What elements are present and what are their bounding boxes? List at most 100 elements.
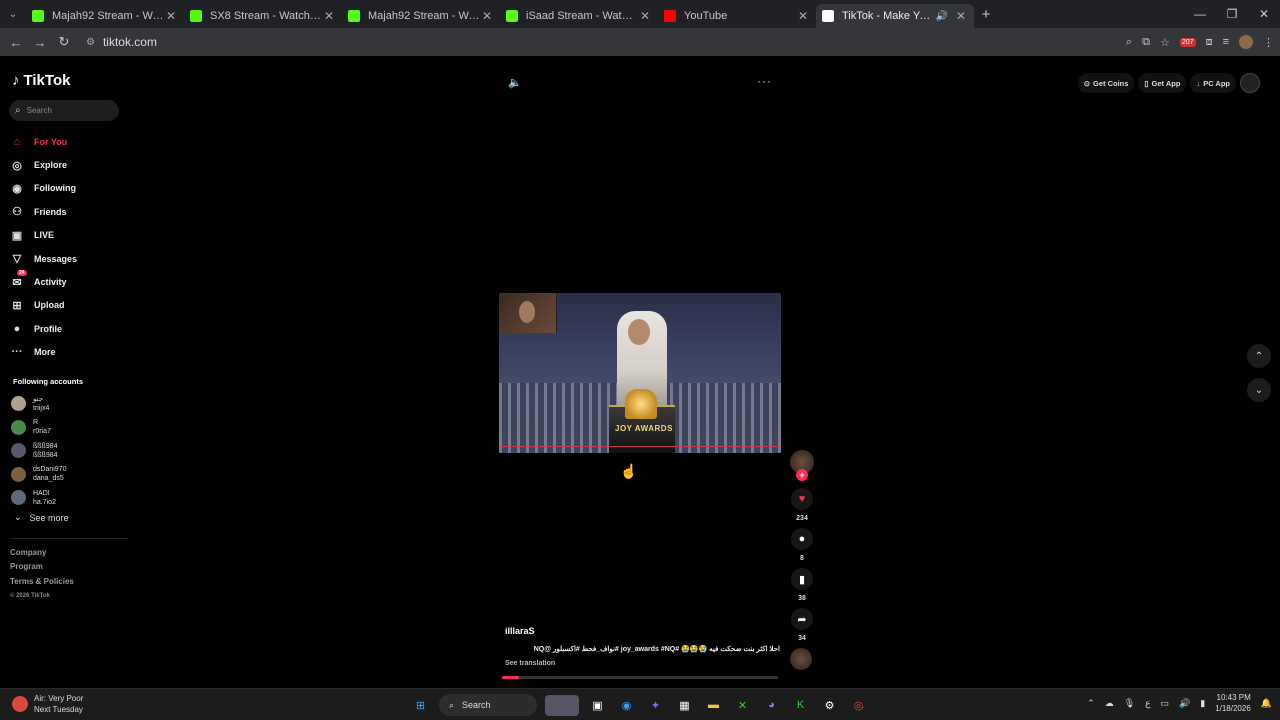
nav-item-friends[interactable]: ⚇ Friends	[10, 200, 125, 223]
onedrive-icon[interactable]: ☁	[1105, 698, 1114, 709]
save-action[interactable]: ▮ 38	[790, 568, 814, 602]
close-tab-icon[interactable]: ✕	[796, 9, 810, 23]
like-button[interactable]: ♥	[791, 488, 813, 510]
nav-item-messages[interactable]: ▽ Messages	[10, 247, 125, 270]
battery-icon[interactable]: ▮	[1200, 698, 1205, 709]
following-account-item[interactable]: dsDani970 dana_ds5	[11, 463, 66, 487]
windows-start-icon[interactable]: ⊞	[410, 695, 431, 716]
comment-button[interactable]: ●	[791, 528, 813, 550]
see-more-button[interactable]: ⌄ See more	[14, 512, 69, 523]
close-window-button[interactable]: ✕	[1248, 7, 1280, 21]
browser-menu-icon[interactable]: ⋮	[1263, 36, 1274, 49]
media-controls-icon[interactable]: ≡	[1223, 36, 1229, 48]
more-options-icon[interactable]: ···	[757, 74, 772, 88]
close-tab-icon[interactable]: ✕	[164, 9, 178, 23]
forward-button[interactable]: →	[28, 35, 52, 50]
footer-company[interactable]: Company	[10, 546, 74, 560]
search-input[interactable]: ⌕ Search	[9, 100, 119, 121]
video-player[interactable]: JOY AWARDS	[499, 293, 781, 453]
share-action[interactable]: ➦ 34	[790, 608, 814, 642]
minimize-button[interactable]: —	[1184, 7, 1216, 21]
close-tab-icon[interactable]: ✕	[638, 9, 652, 23]
close-tab-icon[interactable]: ✕	[480, 9, 494, 23]
tab-search-button[interactable]: ⌄	[0, 0, 26, 28]
get-app-button[interactable]: ▯ Get App	[1138, 73, 1187, 93]
restore-button[interactable]: ❐	[1216, 7, 1248, 21]
file-explorer-icon[interactable]: ▬	[703, 695, 724, 716]
creator-avatar[interactable]: +	[790, 450, 814, 481]
previous-video-button[interactable]: ⌃	[1247, 344, 1271, 368]
get-coins-button[interactable]: ⊙ Get Coins	[1077, 73, 1135, 93]
nav-item-live[interactable]: ▣ LIVE	[10, 224, 125, 247]
user-avatar[interactable]	[1240, 73, 1260, 93]
network-icon[interactable]: ▭	[1161, 698, 1170, 709]
nav-item-explore[interactable]: ◎ Explore	[10, 153, 125, 176]
close-tab-icon[interactable]: ✕	[322, 9, 336, 23]
browser-tab[interactable]: SX8 Stream - Watch Live on Ki✕	[184, 4, 342, 28]
see-translation-link[interactable]: See translation	[505, 660, 780, 667]
discord-icon[interactable]: ◕	[761, 695, 782, 716]
store-icon[interactable]: ▦	[674, 695, 695, 716]
close-tab-icon[interactable]: ✕	[954, 9, 968, 23]
bookmark-star-icon[interactable]: ☆	[1160, 36, 1170, 49]
footer-terms[interactable]: Terms & Policies	[10, 575, 74, 589]
nav-item-activity[interactable]: ✉ 24 Activity	[10, 270, 125, 293]
save-button[interactable]: ▮	[791, 568, 813, 590]
volume-icon[interactable]: 🔈	[508, 76, 522, 89]
music-disc-icon[interactable]	[790, 648, 812, 670]
tray-chevron-icon[interactable]: ⌃	[1087, 698, 1095, 709]
task-view-icon[interactable]: ▣	[587, 695, 608, 716]
tiktok-logo[interactable]: ♪ TikTok	[12, 72, 70, 89]
speaker-icon[interactable]: 🔊	[1179, 698, 1190, 709]
profile-avatar[interactable]	[1239, 35, 1253, 49]
see-more-label: See more	[29, 512, 69, 523]
notifications-icon[interactable]: 🔔	[1261, 698, 1272, 709]
nav-item-following[interactable]: ◉ Following	[10, 177, 125, 200]
weather-widget[interactable]: Air: Very Poor Next Tuesday	[12, 693, 83, 715]
copilot-icon[interactable]: ✦	[645, 695, 666, 716]
clock[interactable]: 10:43 PM 1/18/2026	[1215, 692, 1251, 714]
pc-app-button[interactable]: ↓ PC App	[1190, 73, 1236, 93]
author-name[interactable]: illlaraS	[505, 626, 780, 636]
edge-icon[interactable]: ◉	[616, 695, 637, 716]
settings-icon[interactable]: ⚙	[819, 695, 840, 716]
following-account-item[interactable]: جنو triijx4	[11, 392, 66, 416]
reload-button[interactable]: ↻	[52, 34, 76, 50]
browser-tab[interactable]: iSaad Stream - Watch Live on K✕	[500, 4, 658, 28]
xbox-icon[interactable]: ✕	[732, 695, 753, 716]
share-button[interactable]: ➦	[791, 608, 813, 630]
nav-item-profile[interactable]: ● Profile	[10, 317, 125, 340]
widget-icon[interactable]	[545, 694, 579, 716]
like-action[interactable]: ♥ 234	[790, 488, 814, 522]
zoom-icon[interactable]: ⌕	[1126, 36, 1132, 49]
mic-icon[interactable]: 🎙	[1124, 698, 1135, 709]
extension-badge[interactable]: 207	[1179, 37, 1196, 47]
extensions-icon[interactable]: ⧈	[1206, 36, 1213, 49]
avatar	[11, 490, 26, 506]
comment-action[interactable]: ● 8	[790, 528, 814, 562]
nav-item-upload[interactable]: ⊞ Upload	[10, 294, 125, 317]
browser-tab[interactable]: TikTok - Make Your Day🔊 ✕	[816, 4, 974, 28]
install-app-icon[interactable]: ⧉	[1142, 36, 1150, 49]
url-field[interactable]: ⚙ tiktok.com	[86, 35, 157, 49]
video-progress-bar[interactable]	[502, 676, 778, 679]
following-account-item[interactable]: ßßß984 ßßß984	[11, 439, 66, 463]
chrome-icon[interactable]: ◎	[848, 695, 869, 716]
following-account-item[interactable]: HADI ha.7io2	[11, 486, 66, 510]
nav-item-more[interactable]: ··· More	[10, 341, 125, 364]
next-video-button[interactable]: ⌄	[1247, 378, 1271, 402]
kick-app-icon[interactable]: K	[790, 695, 811, 716]
follow-plus-icon[interactable]: +	[796, 469, 808, 481]
language-indicator[interactable]: ع	[1145, 698, 1150, 709]
taskbar-search[interactable]: ⌕ Search	[439, 694, 537, 716]
footer-program[interactable]: Program	[10, 560, 74, 574]
back-button[interactable]: ←	[4, 35, 28, 50]
site-info-icon[interactable]: ⚙	[86, 37, 95, 48]
browser-tab[interactable]: Majah92 Stream - Watch Live o✕	[342, 4, 500, 28]
nav-item-for-you[interactable]: ⌂ For You	[10, 130, 125, 153]
browser-tab[interactable]: YouTube ✕	[658, 4, 816, 28]
tab-audio-icon[interactable]: 🔊	[936, 11, 948, 22]
new-tab-button[interactable]: +	[974, 6, 998, 23]
browser-tab[interactable]: Majah92 Stream - Watch Live o✕	[26, 4, 184, 28]
following-account-item[interactable]: Rr0ria7	[11, 416, 66, 440]
